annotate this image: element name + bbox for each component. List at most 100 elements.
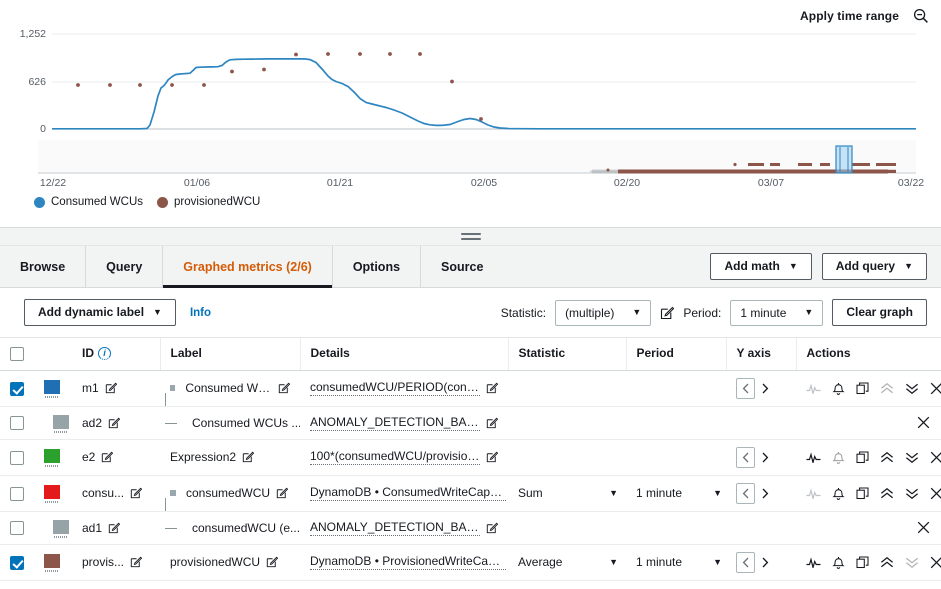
yaxis-right-button[interactable] bbox=[757, 483, 773, 504]
statistic-select[interactable]: (multiple) ▼ bbox=[555, 300, 651, 326]
alarm-icon[interactable] bbox=[832, 381, 845, 396]
row-statistic-select[interactable]: Sum ▼ bbox=[518, 486, 618, 500]
math-icon[interactable] bbox=[806, 555, 821, 570]
edit-id-icon[interactable] bbox=[108, 522, 120, 534]
yaxis-left-button[interactable] bbox=[736, 552, 755, 573]
row-details-text[interactable]: 100*(consumedWCU/provision... bbox=[310, 449, 480, 465]
color-swatch[interactable] bbox=[44, 380, 60, 394]
info-link[interactable]: Info bbox=[190, 307, 211, 319]
row-statistic-select[interactable]: Average ▼ bbox=[518, 555, 618, 569]
move-down-icon[interactable] bbox=[905, 555, 919, 570]
duplicate-icon[interactable] bbox=[856, 486, 869, 501]
edit-details-icon[interactable] bbox=[486, 451, 498, 463]
edit-details-icon[interactable] bbox=[486, 382, 498, 394]
table-row[interactable]: e2 Expression2 bbox=[0, 439, 941, 475]
header-yaxis[interactable]: Y axis bbox=[726, 338, 796, 370]
panel-resizer[interactable] bbox=[0, 228, 941, 246]
remove-icon[interactable] bbox=[930, 450, 941, 465]
header-label[interactable]: Label bbox=[160, 338, 300, 370]
header-statistic[interactable]: Statistic bbox=[508, 338, 626, 370]
clear-graph-button[interactable]: Clear graph bbox=[832, 299, 927, 327]
remove-icon[interactable] bbox=[916, 415, 931, 430]
header-id[interactable]: ID i bbox=[72, 338, 160, 370]
edit-label-icon[interactable] bbox=[266, 556, 278, 568]
color-swatch[interactable] bbox=[44, 449, 60, 463]
color-swatch[interactable] bbox=[53, 415, 69, 429]
resizer-grip-icon[interactable] bbox=[461, 233, 481, 241]
color-swatch[interactable] bbox=[44, 554, 60, 568]
row-details-text[interactable]: ANOMALY_DETECTION_BAND(... bbox=[310, 415, 480, 431]
edit-id-icon[interactable] bbox=[108, 417, 120, 429]
yaxis-left-button[interactable] bbox=[736, 378, 755, 399]
legend-item-consumed-wcus[interactable]: Consumed WCUs bbox=[34, 196, 143, 208]
math-icon[interactable] bbox=[806, 381, 821, 396]
row-checkbox[interactable] bbox=[10, 416, 24, 430]
move-up-icon[interactable] bbox=[880, 555, 894, 570]
yaxis-right-button[interactable] bbox=[757, 552, 773, 573]
table-row[interactable]: consu... bbox=[0, 475, 941, 511]
select-all-checkbox[interactable] bbox=[10, 347, 24, 361]
edit-details-icon[interactable] bbox=[486, 417, 498, 429]
remove-icon[interactable] bbox=[930, 381, 941, 396]
move-down-icon[interactable] bbox=[905, 450, 919, 465]
apply-time-range-button[interactable]: Apply time range bbox=[800, 9, 899, 23]
edit-label-icon[interactable] bbox=[242, 451, 254, 463]
remove-icon[interactable] bbox=[930, 486, 941, 501]
alarm-icon[interactable] bbox=[832, 450, 845, 465]
yaxis-right-button[interactable] bbox=[757, 447, 773, 468]
row-details-text[interactable]: ANOMALY_DETECTION_BAND(... bbox=[310, 520, 480, 536]
tab-graphed-metrics[interactable]: Graphed metrics (2/6) bbox=[163, 246, 333, 287]
alarm-icon[interactable] bbox=[832, 486, 845, 501]
table-row[interactable]: ad1 consumedWCU (e... bbox=[0, 511, 941, 544]
color-swatch[interactable] bbox=[44, 485, 60, 499]
edit-details-icon[interactable] bbox=[486, 522, 498, 534]
add-dynamic-label-button[interactable]: Add dynamic label ▼ bbox=[24, 299, 176, 327]
row-checkbox[interactable] bbox=[10, 451, 24, 465]
table-row[interactable]: provis... provisionedWCU bbox=[0, 544, 941, 580]
row-checkbox[interactable] bbox=[10, 521, 24, 535]
remove-icon[interactable] bbox=[930, 555, 941, 570]
move-down-icon[interactable] bbox=[905, 486, 919, 501]
move-up-icon[interactable] bbox=[880, 381, 894, 396]
duplicate-icon[interactable] bbox=[856, 381, 869, 396]
legend-item-provisioned-wcu[interactable]: provisionedWCU bbox=[157, 196, 260, 208]
row-details-text[interactable]: DynamoDB • ProvisionedWriteCapacit bbox=[310, 554, 506, 570]
header-details[interactable]: Details bbox=[300, 338, 508, 370]
chart-plot-area[interactable]: 1,252 626 0 bbox=[0, 22, 941, 137]
remove-icon[interactable] bbox=[916, 520, 931, 535]
header-period[interactable]: Period bbox=[626, 338, 726, 370]
tab-query[interactable]: Query bbox=[86, 246, 163, 287]
move-up-icon[interactable] bbox=[880, 450, 894, 465]
add-math-button[interactable]: Add math ▼ bbox=[710, 253, 811, 281]
math-icon[interactable] bbox=[806, 450, 821, 465]
math-icon[interactable] bbox=[806, 486, 821, 501]
chart-navigator[interactable]: 12/22 01/06 01/21 02/05 02/20 03/07 03/2… bbox=[0, 140, 941, 190]
move-up-icon[interactable] bbox=[880, 486, 894, 501]
row-details-text[interactable]: consumedWCU/PERIOD(consu... bbox=[310, 380, 480, 396]
chart-navigator-svg[interactable]: 12/22 01/06 01/21 02/05 02/20 03/07 03/2… bbox=[0, 140, 941, 190]
row-checkbox[interactable] bbox=[10, 487, 24, 501]
yaxis-right-button[interactable] bbox=[757, 378, 773, 399]
edit-label-icon[interactable] bbox=[278, 382, 290, 394]
row-checkbox[interactable] bbox=[10, 382, 24, 396]
tab-source[interactable]: Source bbox=[421, 246, 503, 287]
edit-id-icon[interactable] bbox=[130, 556, 142, 568]
edit-id-icon[interactable] bbox=[105, 382, 117, 394]
edit-id-icon[interactable] bbox=[130, 487, 142, 499]
add-query-button[interactable]: Add query ▼ bbox=[822, 253, 927, 281]
row-checkbox[interactable] bbox=[10, 556, 24, 570]
edit-id-icon[interactable] bbox=[101, 451, 113, 463]
info-icon[interactable]: i bbox=[98, 347, 111, 360]
duplicate-icon[interactable] bbox=[856, 450, 869, 465]
yaxis-left-button[interactable] bbox=[736, 483, 755, 504]
color-swatch[interactable] bbox=[53, 520, 69, 534]
tab-options[interactable]: Options bbox=[333, 246, 421, 287]
move-down-icon[interactable] bbox=[905, 381, 919, 396]
tab-browse[interactable]: Browse bbox=[0, 246, 86, 287]
row-details-text[interactable]: DynamoDB • ConsumedWriteCapacity bbox=[310, 485, 506, 501]
row-period-select[interactable]: 1 minute ▼ bbox=[636, 486, 722, 500]
edit-label-icon[interactable] bbox=[276, 487, 288, 499]
table-row[interactable]: ad2 Consumed WCUs ... bbox=[0, 406, 941, 439]
yaxis-left-button[interactable] bbox=[736, 447, 755, 468]
alarm-icon[interactable] bbox=[832, 555, 845, 570]
